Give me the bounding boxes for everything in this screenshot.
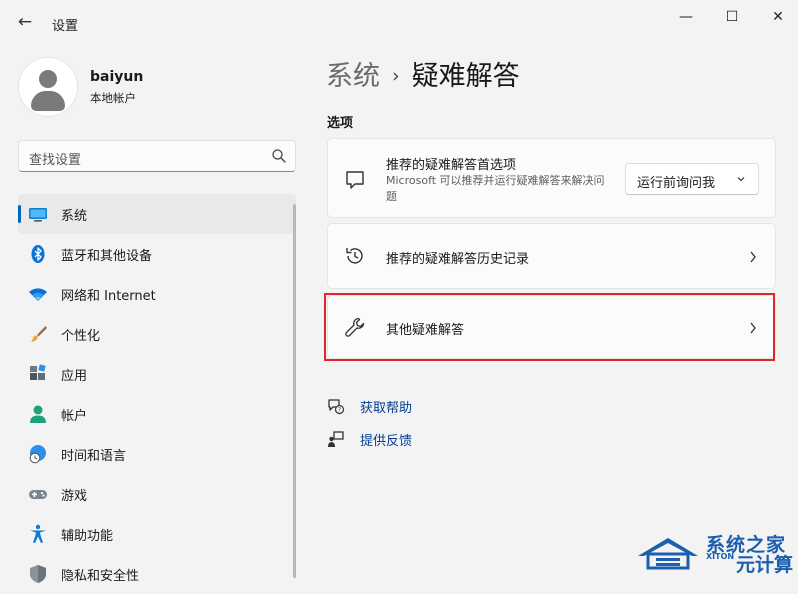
link-label: 提供反馈 (360, 434, 413, 449)
watermark-subtext: XITON (706, 552, 735, 561)
sidebar-item-privacy[interactable]: 隐私和安全性 (18, 554, 296, 594)
title-bar: ← 设置 — ☐ ✕ (0, 0, 798, 44)
search-placeholder: 查找设置 (29, 153, 82, 168)
user-profile[interactable]: baiyun 本地帐户 (18, 57, 278, 117)
search-input[interactable]: 查找设置 (18, 140, 296, 172)
sidebar-item-personalization[interactable]: 个性化 (18, 314, 296, 354)
sidebar-item-gaming[interactable]: 游戏 (18, 474, 296, 514)
back-arrow-icon[interactable]: ← (14, 12, 36, 32)
sidebar-item-accessibility[interactable]: 辅助功能 (18, 514, 296, 554)
chat-bubble-icon (346, 171, 364, 189)
wifi-icon (29, 288, 47, 301)
sidebar-item-time-language[interactable]: 时间和语言 (18, 434, 296, 474)
chevron-right-icon (750, 251, 756, 263)
paintbrush-icon (31, 326, 47, 342)
sidebar-item-label: 应用 (61, 369, 88, 384)
breadcrumb: 系统 › 疑难解答 (326, 54, 520, 93)
sidebar-item-label: 帐户 (61, 409, 88, 424)
card-description: Microsoft 可以推荐并运行疑难解答来解决问题 (386, 174, 605, 203)
watermark-logo: 系统之家 XITON 元计算 (634, 528, 796, 576)
watermark-text-secondary: 元计算 (736, 554, 794, 576)
minimize-button[interactable]: — (672, 8, 700, 26)
sidebar-item-system[interactable]: 系统 (18, 194, 296, 234)
account-icon (30, 405, 46, 423)
section-label-options: 选项 (327, 116, 354, 131)
avatar[interactable] (18, 57, 78, 117)
sidebar-item-label: 游戏 (61, 489, 88, 504)
sidebar-item-label: 隐私和安全性 (61, 569, 140, 584)
gamepad-icon (29, 490, 47, 499)
apps-icon (30, 364, 46, 380)
recommended-preference-dropdown[interactable]: 运行前询问我 (625, 163, 759, 195)
help-chat-icon: ? (328, 399, 345, 415)
system-display-icon (29, 208, 47, 222)
card-title: 推荐的疑难解答历史记录 (386, 252, 530, 267)
sidebar-item-label: 辅助功能 (61, 529, 114, 544)
shield-icon (30, 565, 46, 583)
bluetooth-icon (31, 245, 45, 263)
recommended-preferences-card: 推荐的疑难解答首选项 Microsoft 可以推荐并运行疑难解答来解决问题 运行… (327, 138, 776, 218)
account-type: 本地帐户 (90, 91, 136, 105)
page-title: 疑难解答 (411, 61, 520, 92)
breadcrumb-separator: › (392, 65, 400, 87)
close-button[interactable]: ✕ (764, 8, 792, 26)
sidebar-nav: 系统 蓝牙和其他设备 网络和 Internet 个性化 应用 帐户 时间和语言 … (18, 194, 296, 594)
sidebar-item-label: 系统 (61, 209, 88, 224)
active-indicator (18, 205, 21, 223)
sidebar-item-label: 网络和 Internet (61, 289, 156, 304)
sidebar-item-label: 时间和语言 (61, 449, 127, 464)
svg-text:?: ? (338, 407, 341, 414)
search-icon[interactable] (271, 148, 287, 164)
feedback-icon (328, 431, 344, 447)
app-title: 设置 (52, 19, 79, 34)
chevron-down-icon (737, 177, 745, 182)
link-label: 获取帮助 (360, 401, 413, 416)
breadcrumb-parent[interactable]: 系统 (326, 61, 380, 92)
maximize-button[interactable]: ☐ (718, 8, 746, 26)
sidebar-item-apps[interactable]: 应用 (18, 354, 296, 394)
history-icon (346, 248, 363, 264)
sidebar-item-network[interactable]: 网络和 Internet (18, 274, 296, 314)
sidebar-item-label: 蓝牙和其他设备 (61, 249, 153, 264)
sidebar-scrollbar[interactable] (293, 204, 296, 578)
user-name: baiyun (90, 69, 144, 85)
sidebar-item-accounts[interactable]: 帐户 (18, 394, 296, 434)
accessibility-icon (30, 524, 46, 543)
sidebar-item-bluetooth[interactable]: 蓝牙和其他设备 (18, 234, 296, 274)
dropdown-value: 运行前询问我 (637, 176, 716, 191)
card-title: 推荐的疑难解答首选项 (386, 158, 517, 173)
highlight-box (324, 293, 775, 361)
sidebar-item-label: 个性化 (61, 329, 101, 344)
house-logo-icon (638, 538, 698, 570)
time-language-icon (29, 445, 46, 464)
recommended-history-card[interactable]: 推荐的疑难解答历史记录 (327, 223, 776, 289)
